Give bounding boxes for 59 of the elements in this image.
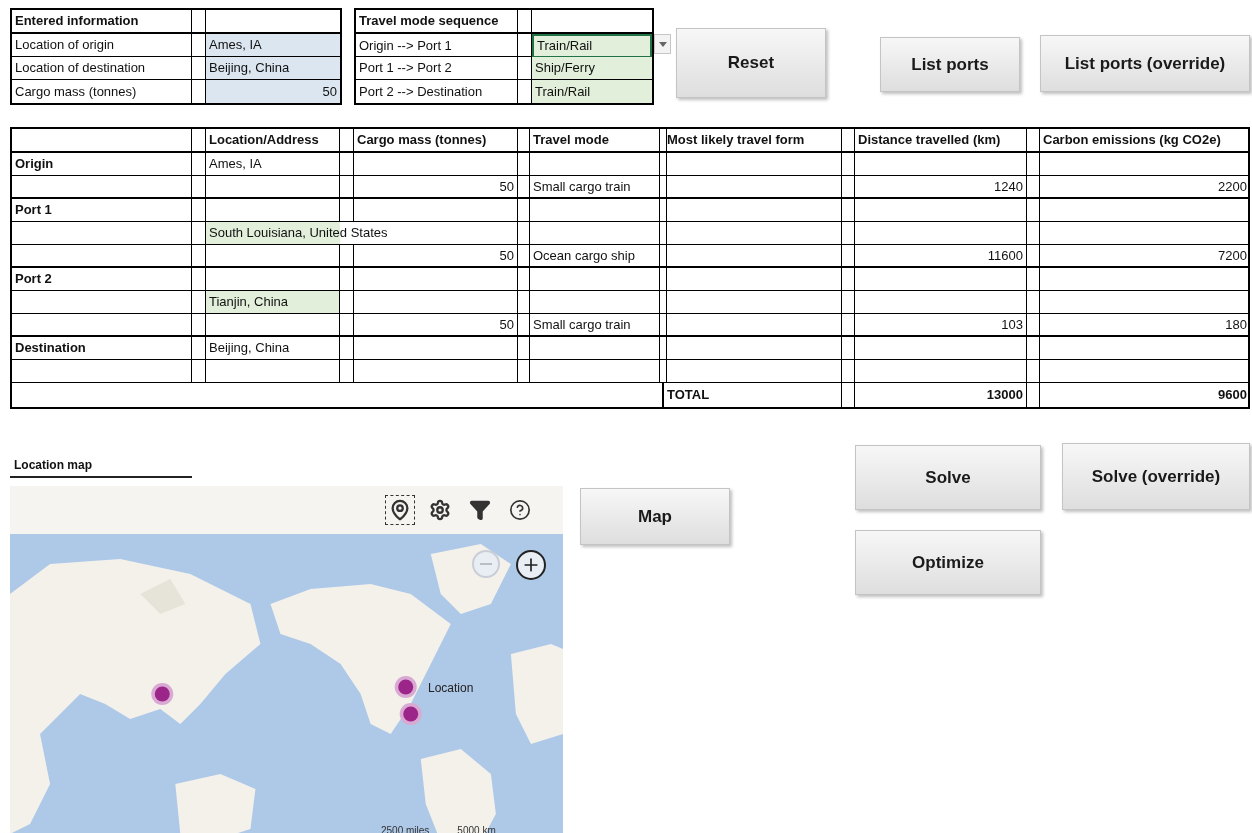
table-cell-text: Small cargo train [533, 315, 631, 334]
column-header: Most likely travel form [667, 131, 805, 150]
total-value: 9600 [1218, 386, 1247, 405]
map-pin-icon [389, 498, 411, 521]
table-cell-text: 50 [499, 246, 514, 265]
table-title: Travel mode sequence [359, 12, 499, 31]
stage-label: Port 1 [15, 201, 52, 220]
stage-label: Origin [15, 155, 54, 174]
macro-button[interactable]: Optimize [855, 530, 1041, 595]
table-cell-text: 1240 [994, 177, 1023, 196]
settings-icon [429, 498, 451, 521]
field-value: 50 [322, 82, 337, 101]
minus-icon [480, 562, 492, 565]
macro-button[interactable]: List ports (override) [1040, 35, 1250, 92]
table-cell-text: Beijing, China [209, 339, 290, 358]
column-header: Travel mode [533, 131, 609, 150]
stage-label: Port 2 [15, 270, 52, 289]
field-value: Ames, IA [209, 36, 262, 55]
scale-label: 2500 miles [375, 822, 436, 833]
pin-label: Location [428, 679, 474, 697]
total-value: 13000 [986, 386, 1023, 405]
filter-icon [469, 498, 491, 521]
toolbar-button[interactable] [385, 494, 415, 525]
field-label: Port 2 --> Destination [359, 82, 483, 101]
column-header: Location/Address [209, 131, 319, 150]
macro-button[interactable]: Solve [855, 445, 1041, 510]
caret-icon [658, 41, 667, 47]
total-label: TOTAL [667, 386, 710, 405]
table-cell-text: 11600 [987, 246, 1023, 265]
table-cell-text: 103 [1001, 315, 1023, 334]
macro-button[interactable]: List ports [880, 37, 1020, 92]
table-cell-text: Ames, IA [209, 155, 262, 174]
table-cell-text: 180 [1225, 315, 1247, 334]
macro-button[interactable]: Reset [676, 28, 826, 98]
table-cell-text: Tianjin, China [209, 293, 288, 312]
scale-label: 5000 km [451, 822, 502, 833]
column-header: Distance travelled (km) [858, 131, 1001, 150]
macro-button[interactable]: Solve (override) [1062, 443, 1250, 510]
table-cell-text: 50 [499, 315, 514, 334]
field-label: Location of destination [15, 59, 146, 78]
help-icon [509, 498, 531, 521]
field-value: Beijing, China [209, 59, 290, 78]
table-cell-text: South Louisiana, United States [209, 224, 388, 243]
map-title: Location map [13, 458, 92, 472]
field-label: Origin --> Port 1 [359, 37, 452, 55]
field-label: Cargo mass (tonnes) [15, 82, 137, 101]
field-label: Port 1 --> Port 2 [359, 59, 452, 78]
table-cell-text: 7200 [1218, 246, 1247, 265]
field-label: Location of origin [15, 36, 114, 55]
table-cell-text: Ocean cargo ship [533, 246, 635, 265]
table-title: Entered information [15, 12, 139, 31]
dropdown-button[interactable] [654, 34, 671, 54]
macro-button[interactable]: Map [580, 488, 730, 545]
table-cell-text: Small cargo train [533, 177, 631, 196]
table-cell-text: 2200 [1218, 177, 1247, 196]
column-header: Carbon emissions (kg CO2e) [1043, 131, 1221, 150]
stage-label: Destination [15, 339, 86, 358]
table-cell-text: 50 [499, 177, 514, 196]
column-header: Cargo mass (tonnes) [357, 131, 487, 150]
